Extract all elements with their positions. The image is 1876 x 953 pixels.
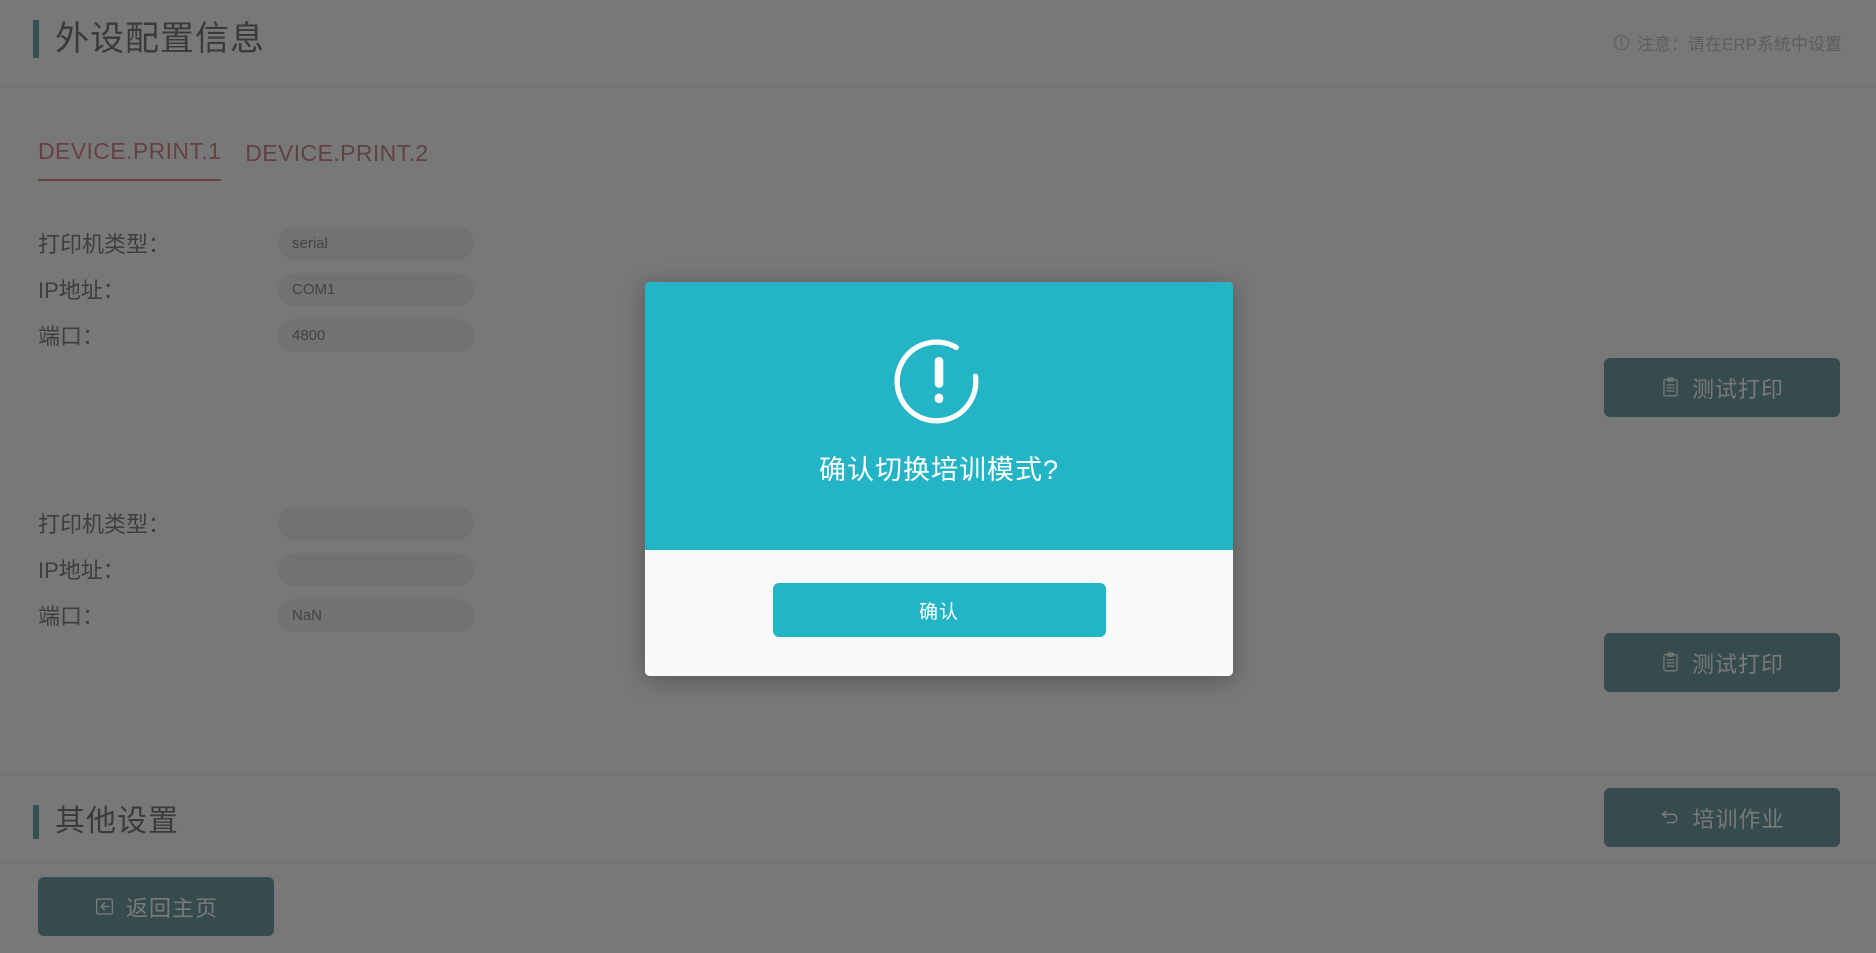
confirm-modal: 确认切换培训模式? 确认 — [645, 282, 1233, 676]
modal-header: 确认切换培训模式? — [645, 282, 1233, 550]
modal-confirm-button[interactable]: 确认 — [772, 583, 1106, 637]
exclamation-circle-icon — [891, 334, 987, 430]
app-root: 外设配置信息 注意：请在ERP系统中设置 DEVICE.PRINT.1 DEVI… — [0, 0, 1876, 953]
modal-footer: 确认 — [645, 550, 1233, 676]
modal-message: 确认切换培训模式? — [818, 455, 1060, 485]
